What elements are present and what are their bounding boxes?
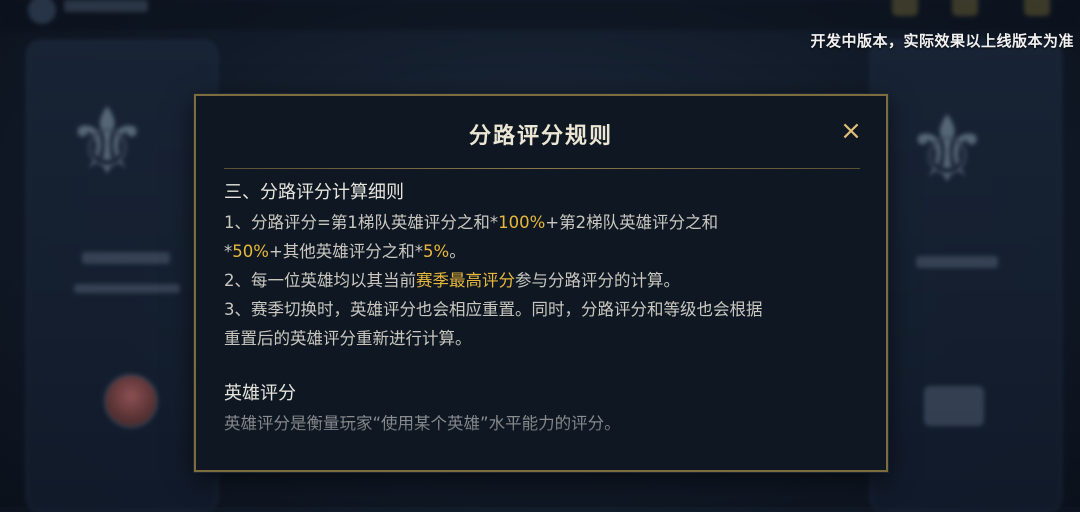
- left-panel-sublabel: [74, 284, 180, 293]
- rule-1-text-mid2: +其他英雄评分之和*: [268, 242, 424, 261]
- rule-2-text: 2、每一位英雄均以其当前: [224, 271, 416, 290]
- left-panel-label: [82, 252, 170, 264]
- section-heading: 三、分路评分计算细则: [224, 182, 404, 203]
- top-icon-2[interactable]: [952, 0, 978, 16]
- rule-1-highlight-5: 5%: [423, 242, 450, 261]
- left-emblem-icon: ⚜: [66, 88, 149, 195]
- rule-1-text-end: 。: [449, 242, 466, 261]
- rules-content: 三、分路评分计算细则 1、分路评分=第1梯队英雄评分之和*100%+第2梯队英雄…: [224, 176, 860, 440]
- title-divider: [224, 168, 860, 169]
- right-panel-label: [916, 256, 998, 268]
- rule-3: 3、赛季切换时，英雄评分也会相应重置。同时，分路评分和等级也会根据 重置后的英雄…: [224, 295, 860, 353]
- right-emblem-icon: ⚜: [906, 96, 989, 203]
- lane-score-rules-dialog: 分路评分规则 × 三、分路评分计算细则 1、分路评分=第1梯队英雄评分之和*10…: [194, 94, 888, 472]
- top-icon-3[interactable]: [1024, 0, 1050, 16]
- close-icon[interactable]: ×: [838, 118, 864, 144]
- rule-1-highlight-50: 50%: [232, 242, 269, 261]
- top-bar: [0, 0, 1080, 30]
- dev-version-note: 开发中版本，实际效果以上线版本为准: [810, 32, 1074, 50]
- hero-score-heading: 英雄评分: [224, 383, 296, 404]
- rule-3-line-1: 3、赛季切换时，英雄评分也会相应重置。同时，分路评分和等级也会根据: [224, 300, 763, 319]
- hero-score-description: 英雄评分是衡量玩家“使用某个英雄”水平能力的评分。: [224, 414, 621, 433]
- rule-2-highlight: 赛季最高评分: [416, 271, 515, 290]
- rule-1-highlight-100: 100%: [498, 213, 546, 232]
- rule-1: 1、分路评分=第1梯队英雄评分之和*100%+第2梯队英雄评分之和 *50%+其…: [224, 208, 860, 266]
- rule-2: 2、每一位英雄均以其当前赛季最高评分参与分路评分的计算。: [224, 266, 860, 295]
- rule-2-text-end: 参与分路评分的计算。: [515, 271, 680, 290]
- top-icon-1[interactable]: [892, 0, 918, 16]
- rule-1-text: 1、分路评分=第1梯队英雄评分之和*: [224, 213, 499, 232]
- dialog-title: 分路评分规则: [468, 124, 613, 149]
- rule-1-text-star: *: [224, 242, 233, 261]
- page-title-blurred: [64, 0, 148, 12]
- rule-3-line-2: 重置后的英雄评分重新进行计算。: [224, 329, 472, 348]
- right-panel-item: [924, 386, 984, 426]
- rule-1-text-mid: +第2梯队英雄评分之和: [545, 213, 719, 232]
- left-avatar: [104, 374, 158, 428]
